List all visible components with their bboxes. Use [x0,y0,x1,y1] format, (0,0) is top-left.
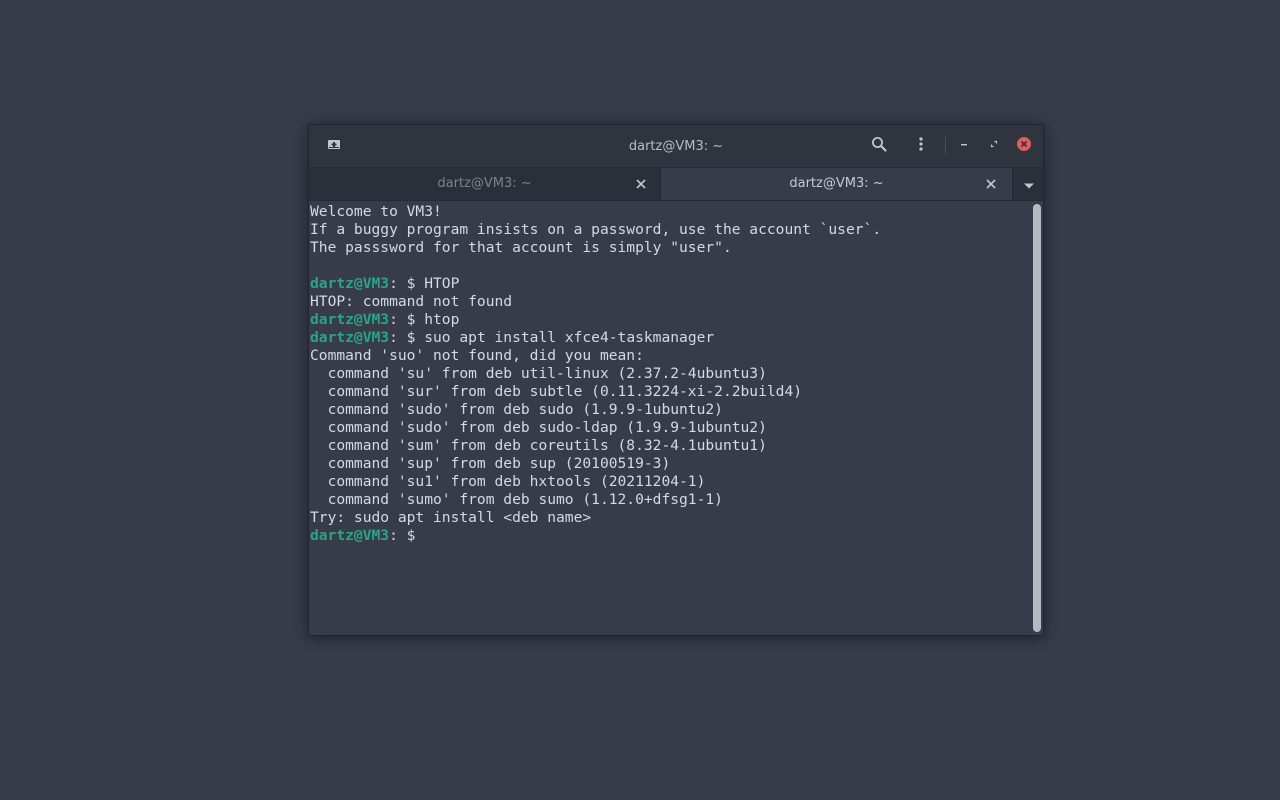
terminal-line-text: command 'sudo' from deb sudo (1.9.9-1ubu… [310,401,723,418]
terminal-line-text: If a buggy program insists on a password… [310,221,882,238]
tab-1-close-icon[interactable] [633,176,649,192]
terminal-line-text: Welcome to VM3! [310,203,442,220]
prompt-separator: : $ [389,329,425,346]
terminal-line: Try: sudo apt install <deb name> [310,509,1031,527]
chevron-down-icon [1023,175,1035,194]
terminal-line-text: HTOP: command not found [310,293,513,310]
prompt-user-host: dartz@VM3 [310,329,390,346]
terminal-line: dartz@VM3: $ HTOP [310,275,1031,293]
terminal-line: HTOP: command not found [310,293,1031,311]
close-icon [1016,136,1032,156]
terminal-line: dartz@VM3: $ [310,527,1031,545]
header-separator [945,137,946,155]
tab-2-label: dartz@VM3: ~ [789,176,884,191]
prompt-separator: : $ [389,527,425,544]
terminal-line-text: suo apt install xfce4-taskmanager [424,329,715,346]
terminal-line: command 'sum' from deb coreutils (8.32-4… [310,437,1031,455]
terminal-line-text: htop [424,311,460,328]
menu-button[interactable] [908,133,934,159]
terminal-scrollbar[interactable] [1033,204,1041,632]
prompt-separator: : $ [389,311,425,328]
terminal-output[interactable]: Welcome to VM3! If a buggy program insist… [309,202,1031,635]
terminal-line: dartz@VM3: $ suo apt install xfce4-taskm… [310,329,1031,347]
terminal-line: The passsword for that account is simply… [310,239,1031,257]
prompt-user-host: dartz@VM3 [310,311,390,328]
tab-1[interactable]: dartz@VM3: ~ [309,168,661,200]
terminal-line-text: Command 'suo' not found, did you mean: [310,347,644,364]
vertical-dots-menu-icon [913,136,929,156]
new-tab-icon [326,136,342,156]
terminal-line-text: command 'sup' from deb sup (20100519-3) [310,455,671,472]
terminal-line: dartz@VM3: $ htop [310,311,1031,329]
terminal-line: Command 'suo' not found, did you mean: [310,347,1031,365]
minimize-icon [956,136,972,156]
terminal-line: command 'su' from deb util-linux (2.37.2… [310,365,1031,383]
terminal-line-text: Try: sudo apt install <deb name> [310,509,592,526]
prompt-separator: : $ [389,275,425,292]
search-icon [871,136,887,156]
tab-1-label: dartz@VM3: ~ [437,176,532,191]
header-bar: dartz@VM3: ~ [309,125,1043,168]
prompt-user-host: dartz@VM3 [310,527,390,544]
terminal-line-text: command 'sur' from deb subtle (0.11.3224… [310,383,803,400]
terminal-line: command 'sudo' from deb sudo (1.9.9-1ubu… [310,401,1031,419]
terminal-line-text: command 'sum' from deb coreutils (8.32-4… [310,437,767,454]
terminal-line: If a buggy program insists on a password… [310,221,1031,239]
tab-bar: dartz@VM3: ~ dartz@VM3: ~ [309,168,1043,201]
tab-2[interactable]: dartz@VM3: ~ [661,168,1012,200]
terminal-line-text: command 'sumo' from deb sumo (1.12.0+dfs… [310,491,723,508]
search-button[interactable] [866,133,892,159]
maximize-button[interactable] [981,133,1007,159]
terminal-window: dartz@VM3: ~ dartz@VM3: ~ dartz@VM3: ~ W… [308,124,1044,636]
terminal-line-text: command 'su1' from deb hxtools (20211204… [310,473,706,490]
tab-list-dropdown-button[interactable] [1012,168,1043,200]
terminal-line: command 'su1' from deb hxtools (20211204… [310,473,1031,491]
terminal-line-text: command 'su' from deb util-linux (2.37.2… [310,365,767,382]
close-button[interactable] [1011,133,1037,159]
terminal-line-text: command 'sudo' from deb sudo-ldap (1.9.9… [310,419,767,436]
prompt-user-host: dartz@VM3 [310,275,390,292]
terminal-line: command 'sudo' from deb sudo-ldap (1.9.9… [310,419,1031,437]
terminal-line: Welcome to VM3! [310,203,1031,221]
tab-2-close-icon[interactable] [983,176,999,192]
terminal-line: command 'sur' from deb subtle (0.11.3224… [310,383,1031,401]
terminal-line: command 'sup' from deb sup (20100519-3) [310,455,1031,473]
new-tab-button[interactable] [321,133,347,159]
terminal-line-text: The passsword for that account is simply… [310,239,732,256]
maximize-icon [986,136,1002,156]
minimize-button[interactable] [951,133,977,159]
terminal-line: command 'sumo' from deb sumo (1.12.0+dfs… [310,491,1031,509]
terminal-line-text: HTOP [424,275,460,292]
